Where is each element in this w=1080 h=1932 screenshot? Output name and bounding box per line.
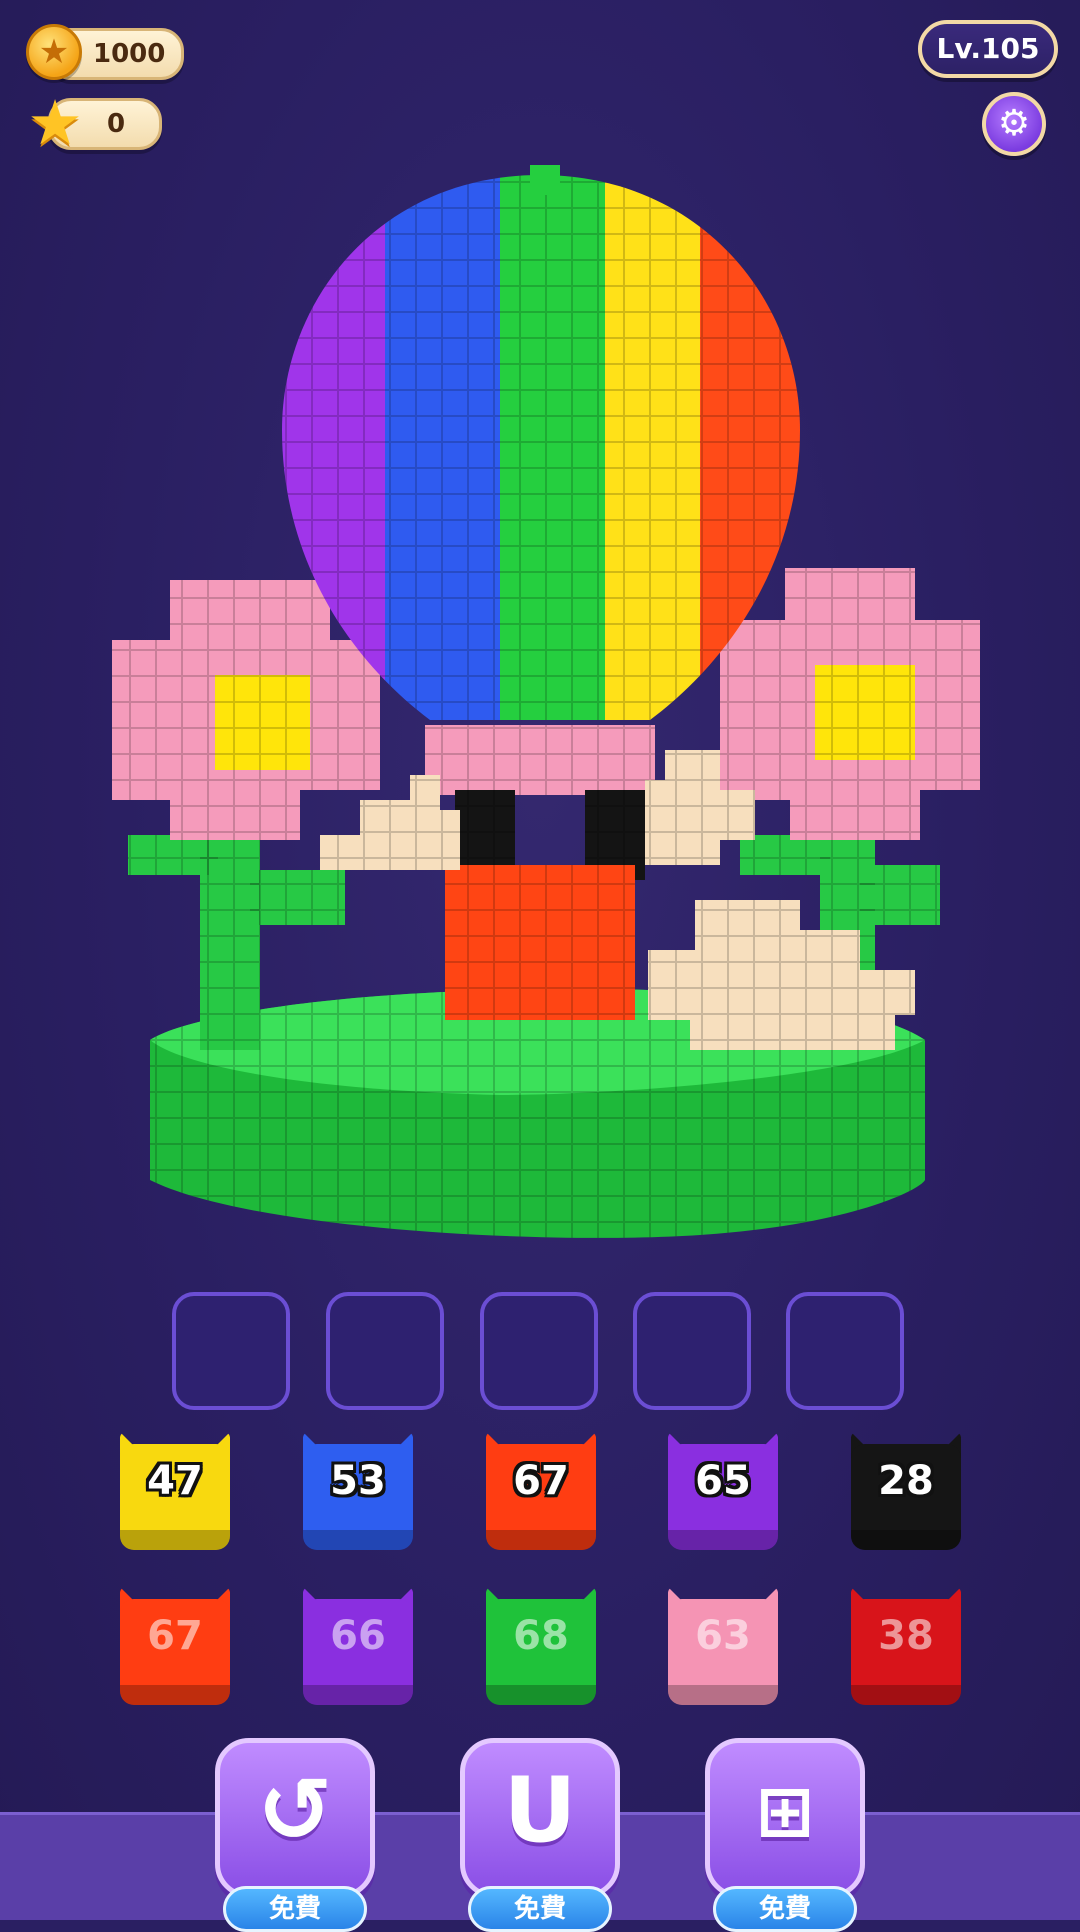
- magnet-icon: U: [503, 1758, 577, 1863]
- block-shade: [486, 1685, 596, 1705]
- block-shade: [120, 1685, 230, 1705]
- block-count: 66: [330, 1613, 386, 1659]
- block-shade: [668, 1685, 778, 1705]
- color-block[interactable]: 53: [303, 1432, 413, 1550]
- color-block[interactable]: 63: [668, 1587, 778, 1705]
- color-block[interactable]: 67: [120, 1587, 230, 1705]
- color-block[interactable]: 66: [303, 1587, 413, 1705]
- block-shade: [486, 1530, 596, 1550]
- block-count: 67: [147, 1613, 203, 1659]
- left-flower: [112, 580, 380, 1050]
- block-shade: [120, 1530, 230, 1550]
- color-block[interactable]: 67: [486, 1432, 596, 1550]
- block-count: 68: [513, 1613, 569, 1659]
- block-shade: [303, 1530, 413, 1550]
- undo-button[interactable]: ↺: [215, 1738, 375, 1898]
- color-block[interactable]: 68: [486, 1587, 596, 1705]
- color-block[interactable]: 28: [851, 1432, 961, 1550]
- block-count: 63: [695, 1613, 751, 1659]
- add-slot-button[interactable]: ⊞: [705, 1738, 865, 1898]
- hot-air-balloon: [282, 165, 800, 1020]
- undo-free-label: 免費: [223, 1886, 367, 1932]
- color-block[interactable]: 38: [851, 1587, 961, 1705]
- slot-1[interactable]: [172, 1292, 290, 1410]
- slot-3[interactable]: [480, 1292, 598, 1410]
- block-count: 65: [695, 1458, 751, 1504]
- block-count: 53: [330, 1458, 386, 1504]
- block-shade: [851, 1530, 961, 1550]
- block-count: 28: [878, 1458, 934, 1504]
- slot-4[interactable]: [633, 1292, 751, 1410]
- block-shade: [303, 1685, 413, 1705]
- voxel-model[interactable]: [0, 0, 1080, 1260]
- block-count: 47: [147, 1458, 203, 1504]
- magnet-button[interactable]: U: [460, 1738, 620, 1898]
- block-count: 38: [878, 1613, 934, 1659]
- slot-5[interactable]: [786, 1292, 904, 1410]
- undo-icon: ↺: [257, 1758, 333, 1863]
- add-slot-icon: ⊞: [755, 1770, 815, 1852]
- block-shade: [851, 1685, 961, 1705]
- color-block[interactable]: 47: [120, 1432, 230, 1550]
- block-count: 67: [513, 1458, 569, 1504]
- magnet-free-label: 免費: [468, 1886, 612, 1932]
- color-block[interactable]: 65: [668, 1432, 778, 1550]
- block-shade: [668, 1530, 778, 1550]
- add-slot-free-label: 免費: [713, 1886, 857, 1932]
- slot-2[interactable]: [326, 1292, 444, 1410]
